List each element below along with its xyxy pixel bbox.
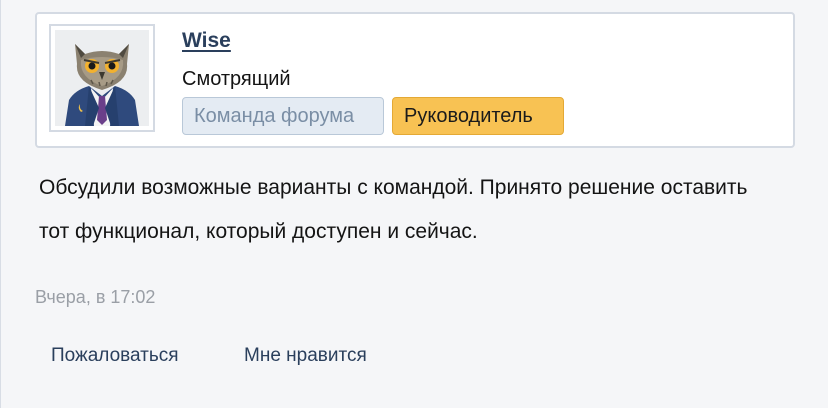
post-message: Обсудили возможные варианты с командой. … (39, 176, 748, 243)
report-link[interactable]: Пожаловаться (51, 345, 179, 367)
author-card: Wise Смотрящий Команда форума Руководите… (35, 12, 795, 148)
username-link[interactable]: Wise (182, 29, 231, 53)
badge-forum-team: Команда форума (182, 97, 384, 135)
user-title: Смотрящий (182, 68, 291, 90)
badge-leader: Руководитель (392, 97, 564, 135)
avatar[interactable] (55, 30, 149, 126)
owl-avatar-icon (55, 30, 149, 126)
avatar-frame[interactable] (49, 24, 155, 132)
forum-post: Wise Смотрящий Команда форума Руководите… (0, 0, 828, 408)
like-link[interactable]: Мне нравится (244, 345, 367, 367)
post-timestamp[interactable]: Вчера, в 17:02 (35, 287, 155, 308)
